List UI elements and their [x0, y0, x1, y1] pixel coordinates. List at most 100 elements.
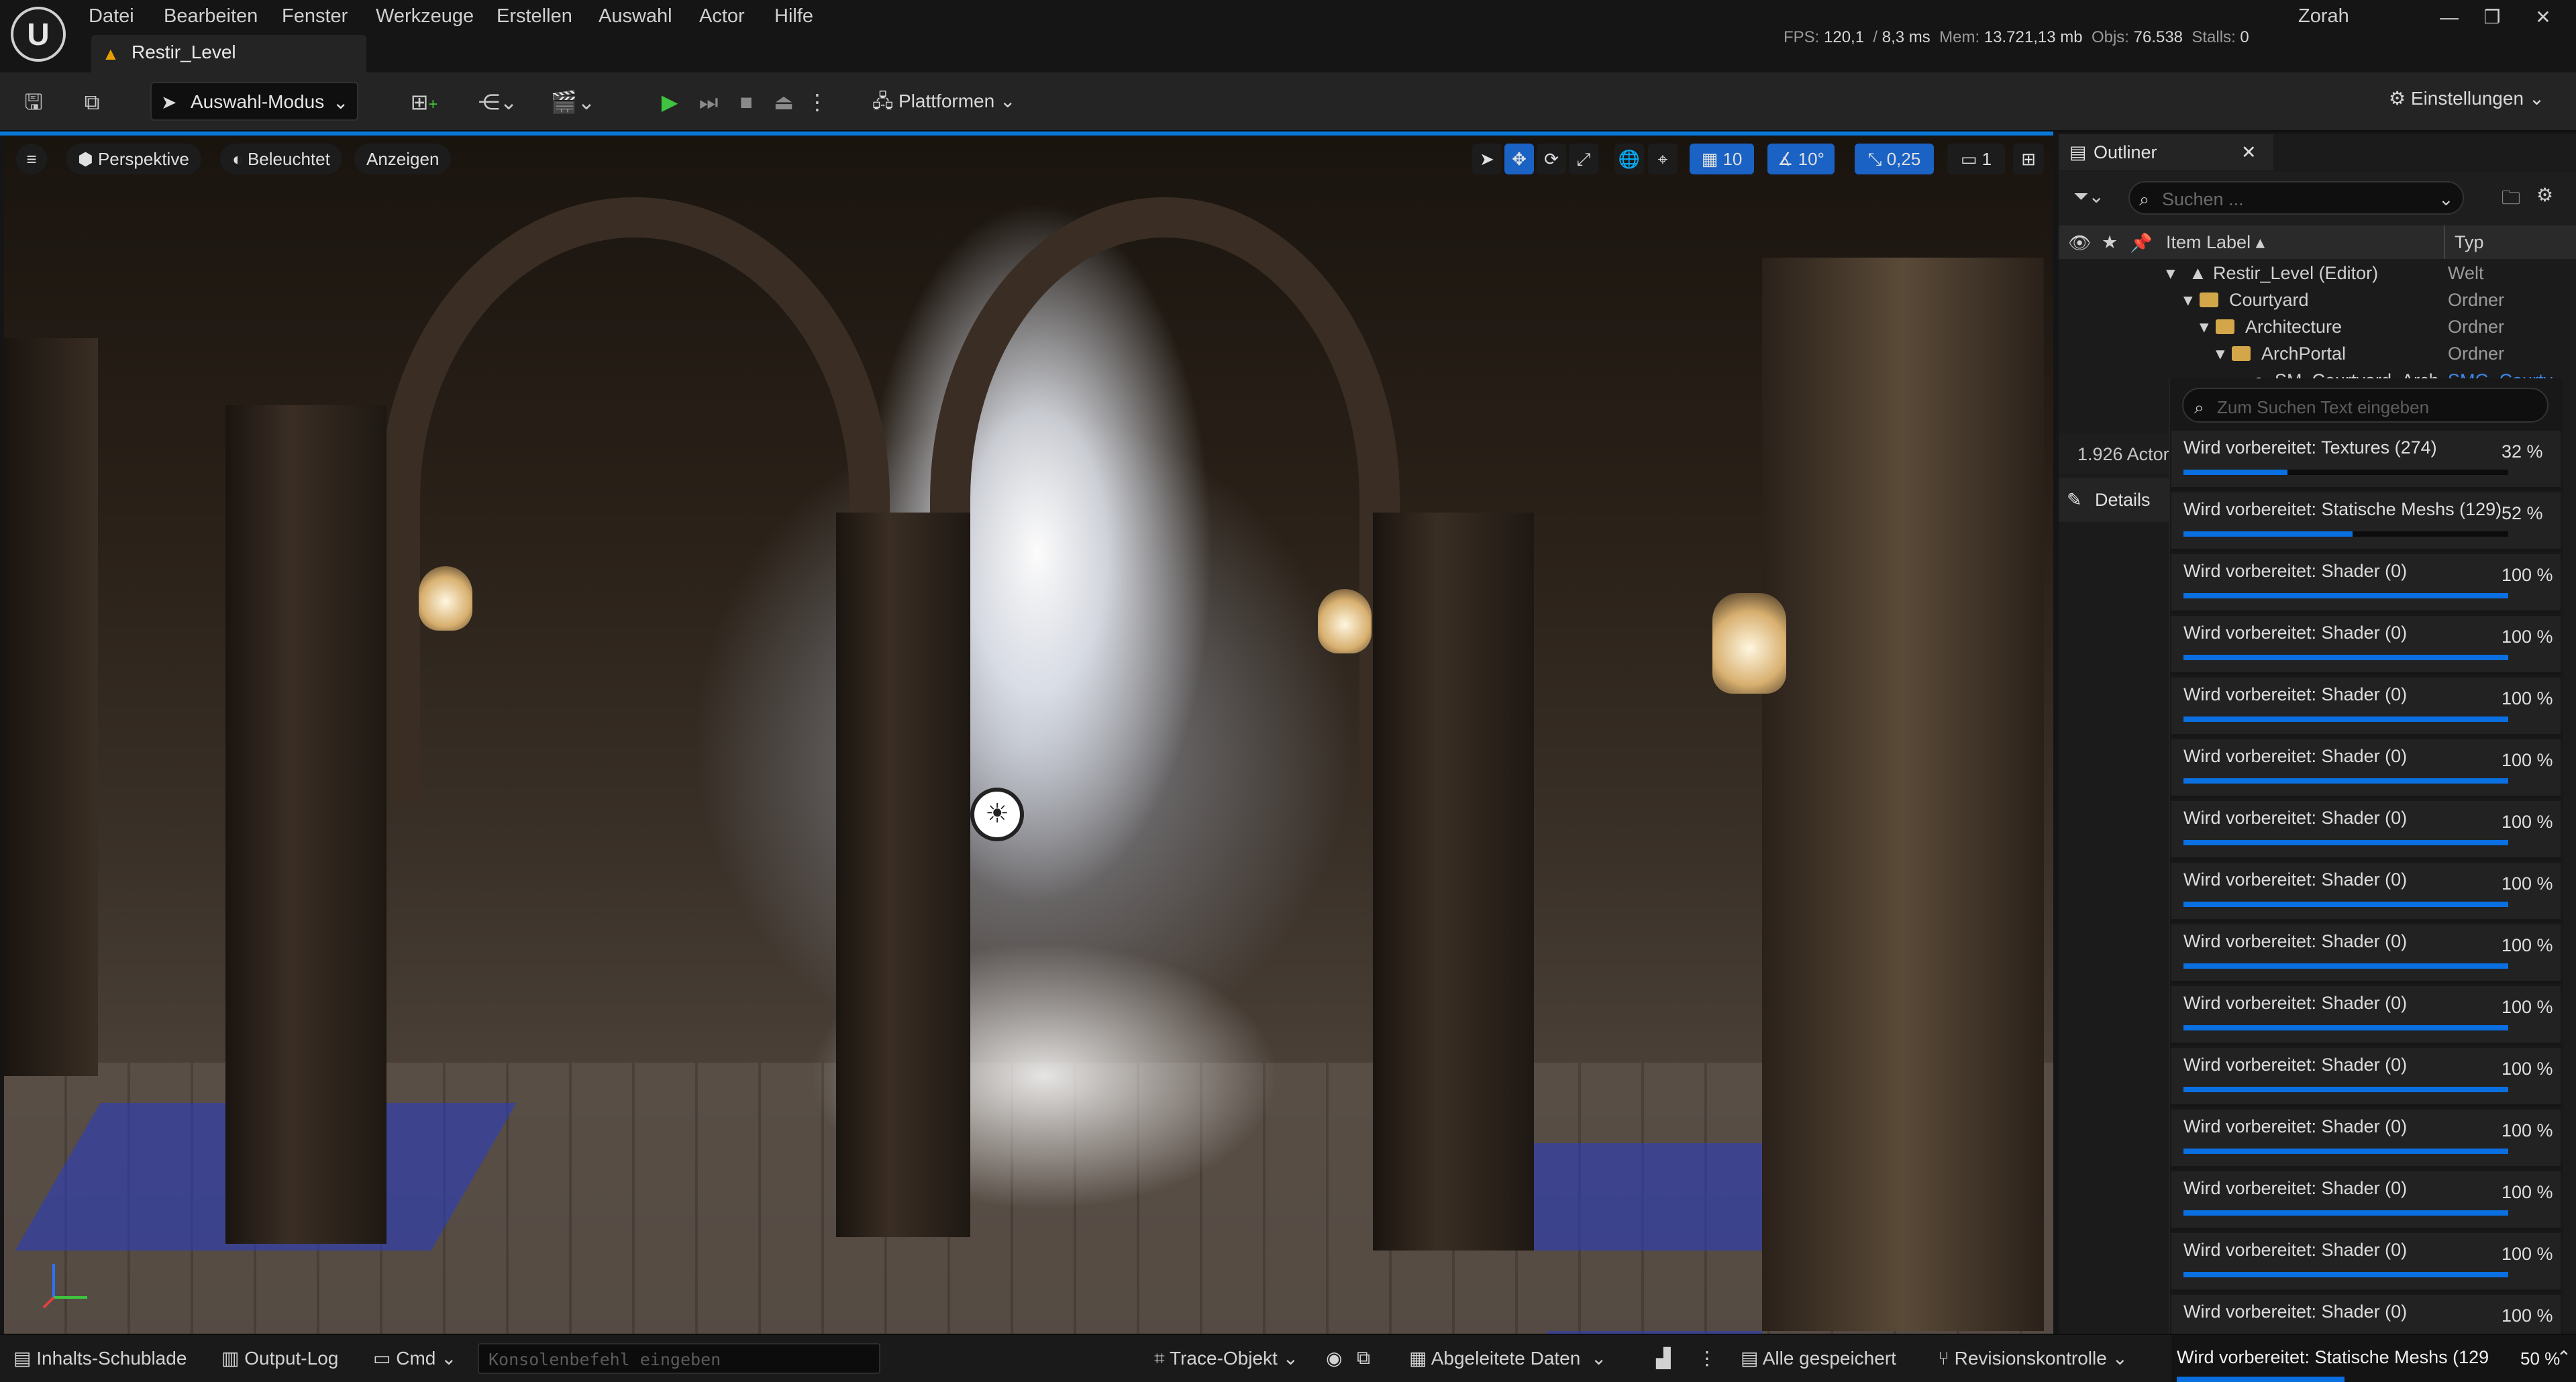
more-options-icon[interactable]: ⋮ [807, 87, 828, 117]
frame-ms-value: 8,3 ms [1882, 28, 1930, 46]
source-control-label: Revisionskontrolle [1954, 1348, 2107, 1369]
menu-actor[interactable]: Actor [699, 1, 745, 31]
grid-snap-button[interactable]: ▦ 10 [1690, 144, 1754, 174]
world-icon: ▲ [2189, 263, 2207, 283]
gear-icon[interactable]: ⚙ [2536, 184, 2553, 206]
close-icon[interactable]: ✕ [2241, 142, 2257, 163]
world-space-icon[interactable]: 🌐 [1614, 144, 1644, 174]
row-label: Courtyard [2229, 290, 2309, 310]
blueprint-icon[interactable]: ⋲⌄ [474, 87, 522, 117]
rotate-tool-icon[interactable]: ⟳ [1537, 144, 1566, 174]
progress-fill [2183, 1210, 2508, 1216]
perspective-button[interactable]: ⬢ Perspektive [66, 144, 201, 174]
eject-icon[interactable]: ⏏ [769, 87, 798, 117]
step-icon[interactable]: ⏭ [694, 87, 723, 117]
trace-object-dropdown[interactable]: ⌗ Trace-Objekt ⌄ [1154, 1347, 1298, 1370]
add-folder-icon[interactable]: 🗀 [2502, 184, 2520, 216]
menu-create[interactable]: Erstellen [497, 1, 572, 31]
menu-edit[interactable]: Bearbeiten [164, 1, 258, 31]
platforms-icon: 🖧 [872, 91, 894, 111]
stop-icon[interactable]: ■ [731, 87, 761, 117]
filter-icon[interactable]: ⏷⌄ [2073, 185, 2104, 208]
details-tab[interactable]: ✎ Details [2059, 478, 2179, 522]
menu-select[interactable]: Auswahl [599, 1, 672, 31]
output-log-button[interactable]: ▥ Output-Log [221, 1347, 338, 1369]
level-viewport[interactable]: ☀ ≡ ⬢ Perspektive ◐ Beleuchtet Anzeigen … [4, 137, 2053, 1334]
progress-track [2183, 655, 2508, 660]
rotation-snap-value: 10° [1798, 149, 1824, 169]
progress-fill [2183, 778, 2508, 784]
pencil-icon: ✎ [2067, 490, 2082, 510]
translate-tool-icon[interactable]: ✥ [1504, 144, 1534, 174]
lantern [419, 566, 472, 631]
menu-file[interactable]: Datei [89, 1, 134, 31]
surface-snap-icon[interactable]: ⌖ [1648, 144, 1678, 174]
bar-graph-icon[interactable]: ▟ [1656, 1347, 1671, 1369]
cmd-dropdown[interactable]: ▭ Cmd ⌄ [373, 1347, 457, 1369]
trace-icon: ⌗ [1154, 1348, 1165, 1369]
more-options-icon[interactable]: ⋮ [1698, 1347, 1716, 1369]
cinematics-icon[interactable]: 🎬⌄ [549, 87, 597, 117]
progress-label: Wird vorbereitet: Shader (0) [2183, 1055, 2408, 1075]
record-icon[interactable]: ◉ [1326, 1347, 1342, 1369]
status-progress-label: Wird vorbereitet: Statische Meshs (129 [2177, 1347, 2489, 1367]
progress-fill [2183, 1149, 2508, 1154]
console-input[interactable]: Konsolenbefehl eingeben [478, 1343, 880, 1374]
select-tool-icon[interactable]: ➤ [1472, 144, 1502, 174]
progress-percent: 100 % [2502, 1182, 2553, 1202]
selection-mode-dropdown[interactable]: ➤ Auswahl-Modus ⌄ [150, 82, 358, 121]
camera-icon: ▭ [1960, 149, 1977, 169]
perspective-label: Perspektive [97, 149, 189, 169]
content-drawer-button[interactable]: ▤ Inhalts-Schublade [13, 1347, 187, 1369]
level-tab-label: Restir_Level [132, 42, 236, 62]
pin-icon[interactable]: 📌 [2130, 232, 2153, 254]
source-control-dropdown[interactable]: ⑂ Revisionskontrolle ⌄ [1938, 1347, 2128, 1369]
level-tab[interactable]: ▲ Restir_Level [91, 35, 366, 72]
column-item-label[interactable]: Item Label ▴ [2166, 232, 2265, 253]
derived-data-dropdown[interactable]: ▦ Abgeleitete Daten ⌄ [1409, 1347, 1606, 1369]
browse-icon[interactable]: ⧉ [75, 87, 109, 117]
viewport-layout-icon[interactable]: ⊞ [2013, 144, 2044, 174]
progress-fill [2183, 716, 2508, 722]
progress-track [2183, 1272, 2508, 1277]
viewport-menu-icon[interactable]: ≡ [16, 144, 47, 174]
outliner-title: Outliner [2094, 142, 2157, 162]
status-progress[interactable]: Wird vorbereitet: Statische Meshs (129 5… [2171, 1335, 2576, 1382]
light-source-icon[interactable]: ☀ [970, 788, 1024, 841]
outliner-row-architecture[interactable]: ▾ Architecture Ordner [2059, 313, 2569, 339]
progress-track [2183, 1149, 2508, 1154]
star-icon[interactable]: ★ [2102, 232, 2118, 253]
camera-speed-button[interactable]: ▭ 1 [1947, 144, 2005, 174]
outliner-row-courtyard[interactable]: ▾ Courtyard Ordner [2059, 286, 2569, 313]
progress-search-input[interactable]: ⌕ Zum Suchen Text eingeben [2182, 388, 2548, 423]
unreal-logo-icon[interactable]: U [11, 7, 66, 62]
restore-icon[interactable]: ❐ [2472, 3, 2512, 32]
play-icon[interactable]: ▶ [655, 87, 684, 117]
add-actor-icon[interactable]: ⊞+ [400, 87, 448, 117]
outliner-header: 👁 ★ 📌 Item Label ▴ Typ [2059, 225, 2576, 259]
memory-value: 13.721,13 mb [1983, 28, 2083, 46]
close-window-icon[interactable]: ✕ [2523, 3, 2563, 32]
platforms-dropdown[interactable]: 🖧 Plattformen ⌄ [872, 87, 1015, 119]
menu-tools[interactable]: Werkzeuge [376, 1, 474, 31]
lit-sphere-icon: ◐ [232, 149, 243, 169]
outliner-search-input[interactable]: ⌕ Suchen ... ⌄ [2128, 181, 2464, 215]
scale-snap-button[interactable]: ⤡ 0,25 [1855, 144, 1934, 174]
stalls-value: 0 [2240, 28, 2249, 46]
lit-mode-button[interactable]: ◐ Beleuchtet [220, 144, 342, 174]
menu-window[interactable]: Fenster [282, 1, 348, 31]
save-icon[interactable]: 🖫 [19, 87, 48, 117]
show-button[interactable]: Anzeigen [354, 144, 452, 174]
minimize-icon[interactable]: — [2429, 3, 2469, 32]
save-all-button[interactable]: ▤ Alle gespeichert [1741, 1347, 1896, 1369]
settings-dropdown[interactable]: ⚙ Einstellungen ⌄ [2389, 87, 2544, 109]
outliner-row-world[interactable]: ▾ ▲ Restir_Level (Editor) Welt [2059, 259, 2569, 286]
visibility-icon[interactable]: 👁 [2068, 232, 2091, 254]
rotation-snap-button[interactable]: ∡ 10° [1767, 144, 1835, 174]
screenshot-icon[interactable]: ⧉ [1357, 1347, 1370, 1369]
scale-tool-icon[interactable]: ⤢ [1569, 144, 1598, 174]
outliner-tab[interactable]: ▤ Outliner ✕ [2059, 134, 2273, 170]
column-type[interactable]: Typ [2455, 232, 2484, 253]
outliner-row-archportal[interactable]: ▾ ArchPortal Ordner [2059, 339, 2569, 366]
menu-help[interactable]: Hilfe [774, 1, 813, 31]
